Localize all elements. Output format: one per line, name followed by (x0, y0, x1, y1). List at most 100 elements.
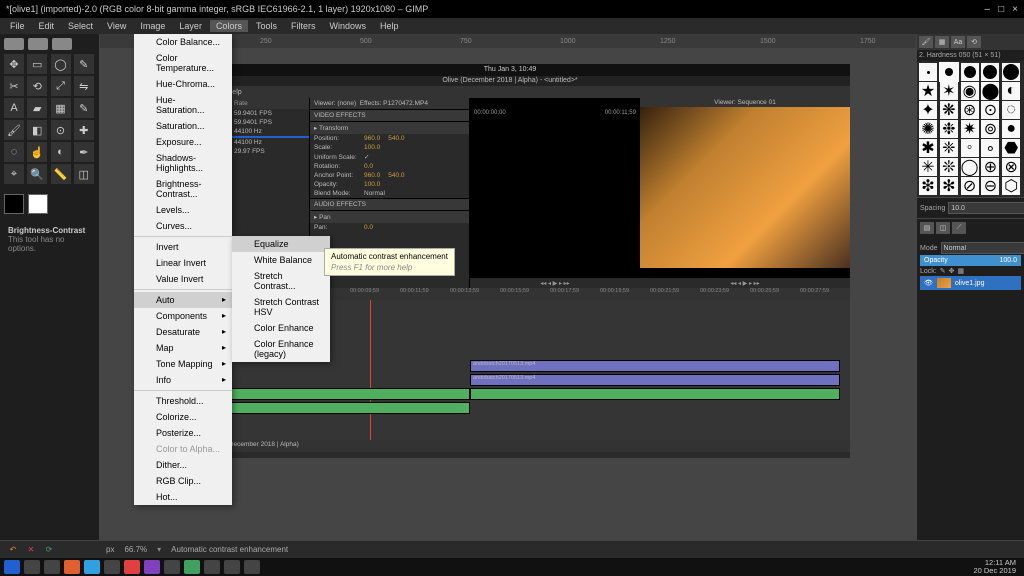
brush-item-selected[interactable] (940, 63, 958, 81)
system-clock[interactable]: 12:11 AM 20 Dec 2019 (973, 559, 1020, 576)
menu-levels[interactable]: Levels... (134, 202, 232, 218)
brush-item[interactable]: ⊛ (961, 101, 979, 119)
tool-smudge[interactable]: ☝ (27, 142, 47, 162)
brush-item[interactable]: ∘ (981, 139, 999, 157)
menu-tone-mapping[interactable]: Tone Mapping (134, 356, 232, 372)
menu-view[interactable]: View (101, 20, 132, 32)
menu-saturation[interactable]: Saturation... (134, 118, 232, 134)
tool-text[interactable]: A (4, 98, 24, 118)
tool-measure[interactable]: 📏 (51, 164, 71, 184)
tab-paths-icon[interactable]: ⟋ (952, 222, 966, 234)
taskbar-app[interactable] (144, 560, 160, 574)
tab-channels-icon[interactable]: ◫ (936, 222, 950, 234)
maximize-button[interactable]: □ (998, 4, 1004, 15)
tool-brush[interactable]: 🖌 (4, 120, 24, 140)
tab-brushes-icon[interactable]: 🖌 (919, 36, 933, 48)
brush-item[interactable]: ❉ (940, 120, 958, 138)
brush-item[interactable]: ❇ (919, 177, 937, 195)
brush-item[interactable]: ❊ (940, 158, 958, 176)
menu-select[interactable]: Select (62, 20, 99, 32)
video-clip[interactable]: andobatch20170513.mp4 (470, 374, 840, 386)
brush-item[interactable]: ❋ (940, 101, 958, 119)
undo-icon[interactable]: ↶ (6, 543, 20, 557)
menu-color-temperature[interactable]: Color Temperature... (134, 50, 232, 76)
brush-item[interactable] (961, 63, 979, 81)
refresh-icon[interactable]: ⟳ (42, 543, 56, 557)
submenu-stretch-contrast[interactable]: Stretch Contrast... (232, 268, 330, 294)
submenu-equalize[interactable]: Equalize (232, 236, 330, 252)
playhead[interactable] (370, 300, 371, 440)
opacity-slider[interactable]: Opacity100.0 (920, 255, 1021, 266)
brush-item[interactable]: ✦ (919, 101, 937, 119)
brush-item[interactable]: ⊕ (981, 158, 999, 176)
tool-zoom[interactable]: 🔍 (27, 164, 47, 184)
brush-item[interactable]: ✶ (940, 82, 958, 100)
brush-item[interactable]: ⬣ (1002, 139, 1020, 157)
brush-item[interactable] (919, 63, 937, 81)
brush-item[interactable]: ✺ (919, 120, 937, 138)
menu-auto[interactable]: Auto (134, 292, 232, 308)
taskbar-app[interactable] (124, 560, 140, 574)
brush-item[interactable]: ★ (919, 82, 937, 100)
taskbar-app[interactable] (44, 560, 60, 574)
video-clip[interactable]: andobatch20170513.mp4 (470, 360, 840, 372)
menu-filters[interactable]: Filters (285, 20, 322, 32)
menu-help[interactable]: Help (374, 20, 405, 32)
brush-item[interactable] (981, 63, 999, 81)
lock-position-icon[interactable]: ✥ (949, 267, 955, 275)
tool-move[interactable]: ✥ (4, 54, 24, 74)
background-swatch[interactable] (28, 194, 48, 214)
brush-item[interactable]: ⊘ (961, 177, 979, 195)
menu-components[interactable]: Components (134, 308, 232, 324)
tool-clone[interactable]: ⊙ (51, 120, 71, 140)
taskbar-app[interactable] (164, 560, 180, 574)
taskbar-app[interactable] (104, 560, 120, 574)
menu-brightness-contrast[interactable]: Brightness-Contrast... (134, 176, 232, 202)
submenu-white-balance[interactable]: White Balance (232, 252, 330, 268)
submenu-color-enhance-legacy[interactable]: Color Enhance (legacy) (232, 336, 330, 362)
tool-rotate[interactable]: ⟲ (27, 76, 47, 96)
menu-file[interactable]: File (4, 20, 31, 32)
tool-eraser[interactable]: ◧ (27, 120, 47, 140)
brush-item[interactable]: ⊖ (981, 177, 999, 195)
tab-history-icon[interactable]: ⟲ (967, 36, 981, 48)
tool-crop[interactable]: ✂ (4, 76, 24, 96)
audio-clip[interactable] (470, 388, 840, 400)
menu-map[interactable]: Map (134, 340, 232, 356)
delete-icon[interactable]: ✕ (24, 543, 38, 557)
brush-item[interactable]: ✷ (961, 120, 979, 138)
brush-item[interactable]: ◯ (961, 158, 979, 176)
close-button[interactable]: × (1012, 4, 1018, 15)
menu-info[interactable]: Info (134, 372, 232, 388)
menu-hot[interactable]: Hot... (134, 489, 232, 505)
menu-colors[interactable]: Colors (210, 20, 248, 32)
taskbar-app[interactable] (244, 560, 260, 574)
tool-bucket[interactable]: ▰ (27, 98, 47, 118)
menu-linear-invert[interactable]: Linear Invert (134, 255, 232, 271)
brush-item[interactable]: ◉ (961, 82, 979, 100)
brush-item[interactable]: ⊙ (981, 101, 999, 119)
taskbar-app[interactable] (204, 560, 220, 574)
menu-invert[interactable]: Invert (134, 239, 232, 255)
menu-windows[interactable]: Windows (323, 20, 372, 32)
foreground-swatch[interactable] (4, 194, 24, 214)
menu-edit[interactable]: Edit (33, 20, 61, 32)
menu-rgb-clip[interactable]: RGB Clip... (134, 473, 232, 489)
brush-item[interactable]: ❈ (940, 139, 958, 157)
brush-item[interactable]: ✱ (919, 139, 937, 157)
menu-posterize[interactable]: Posterize... (134, 425, 232, 441)
audio-clip[interactable] (230, 388, 470, 400)
tool-cage[interactable]: ◫ (74, 164, 94, 184)
brush-item[interactable]: ⊗ (1002, 158, 1020, 176)
brush-item[interactable] (1002, 63, 1020, 81)
submenu-color-enhance[interactable]: Color Enhance (232, 320, 330, 336)
menu-hue-chroma[interactable]: Hue-Chroma... (134, 76, 232, 92)
start-button[interactable] (4, 560, 20, 574)
mode-select[interactable] (941, 242, 1024, 254)
brush-item[interactable]: ⬤ (981, 82, 999, 100)
audio-clip[interactable] (230, 402, 470, 414)
menu-curves[interactable]: Curves... (134, 218, 232, 234)
menu-tools[interactable]: Tools (250, 20, 283, 32)
tool-heal[interactable]: ✚ (74, 120, 94, 140)
eye-icon[interactable]: 👁 (924, 279, 933, 287)
